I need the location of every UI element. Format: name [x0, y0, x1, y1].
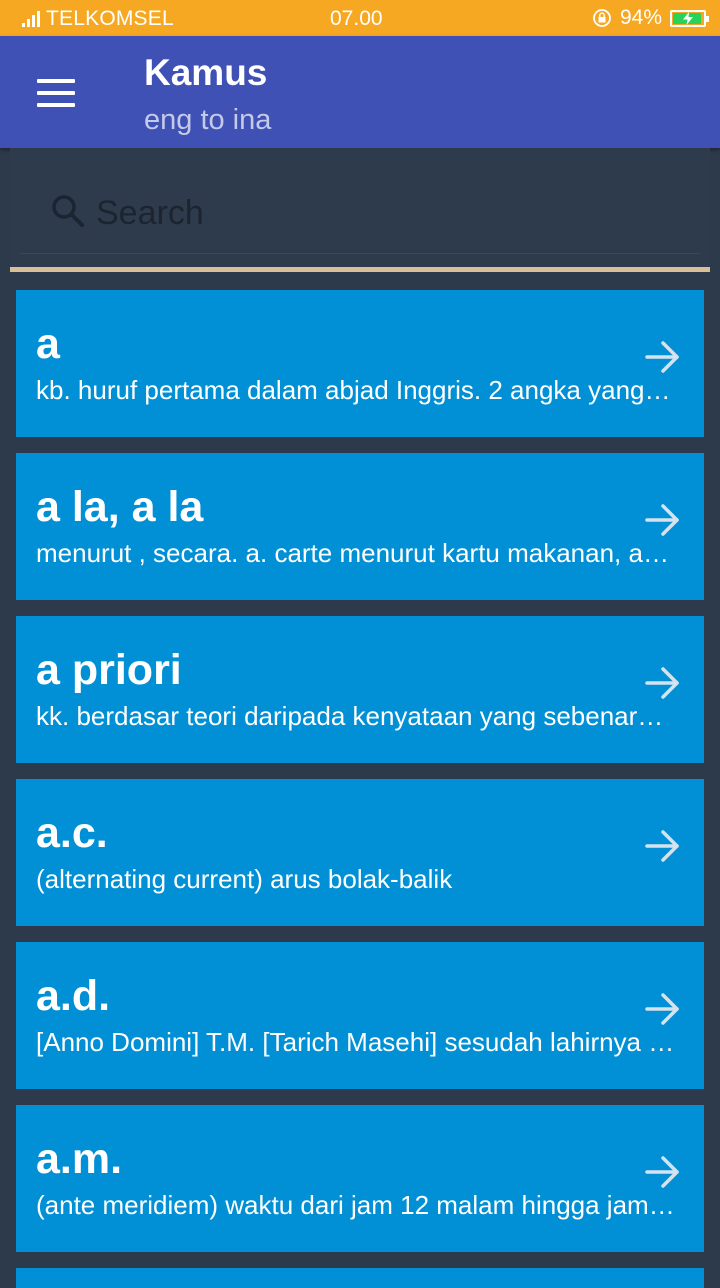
- search-underline: [10, 267, 710, 272]
- word-card[interactable]: a priori kk. berdasar teori daripada keny…: [16, 616, 704, 763]
- word-card[interactable]: a kb. huruf pertama dalam abjad Inggris. …: [16, 290, 704, 437]
- app-title: Kamus: [144, 52, 268, 93]
- arrow-right-icon: [645, 993, 679, 1025]
- word-title: a: [36, 320, 60, 368]
- carrier-name: TELKOMSEL: [46, 7, 174, 30]
- word-definition: kb. huruf pertama dalam abjad Inggris. 2…: [36, 375, 676, 405]
- search-bar: [10, 148, 710, 272]
- arrow-right-icon: [645, 341, 679, 373]
- word-list: a kb. huruf pertama dalam abjad Inggris. …: [16, 290, 704, 1288]
- search-field[interactable]: [20, 170, 700, 254]
- rotation-lock-icon: [593, 9, 611, 27]
- status-left: TELKOMSEL: [22, 7, 174, 31]
- status-time: 07.00: [330, 7, 383, 30]
- battery-icon: [670, 9, 709, 27]
- arrow-right-icon: [645, 667, 679, 699]
- search-icon: [52, 195, 84, 227]
- app-bar: Kamus eng to ina: [0, 36, 720, 148]
- word-definition: (ante meridiem) waktu dari jam 12 malam …: [36, 1190, 676, 1220]
- word-title: a.c.: [36, 809, 108, 857]
- status-bar: TELKOMSEL 07.00 94%: [0, 0, 720, 36]
- arrow-right-icon: [645, 504, 679, 536]
- word-title: a.d.: [36, 972, 111, 1020]
- app-subtitle: eng to ina: [144, 104, 272, 136]
- arrow-right-icon: [645, 1156, 679, 1188]
- battery-percent: 94%: [619, 6, 662, 29]
- status-right: 94%: [592, 6, 709, 30]
- signal-icon: [22, 11, 42, 27]
- word-card[interactable]: a.m. (ante meridiem) waktu dari jam 12 ma…: [16, 1105, 704, 1252]
- word-card[interactable]: [16, 1268, 704, 1288]
- search-input[interactable]: [94, 188, 658, 238]
- word-definition: menurut , secara. a. carte menurut kartu…: [36, 538, 676, 568]
- hamburger-menu-icon[interactable]: [26, 66, 86, 120]
- word-card[interactable]: a.d. [Anno Domini] T.M. [Tarich Masehi] s…: [16, 942, 704, 1089]
- charging-bolt-icon: [683, 11, 693, 25]
- word-card[interactable]: a la, a la menurut , secara. a. carte men…: [16, 453, 704, 600]
- arrow-right-icon: [645, 830, 679, 862]
- word-card[interactable]: a.c. (alternating current) arus bolak-bal…: [16, 779, 704, 926]
- word-title: a la, a la: [36, 483, 204, 531]
- word-title: a.m.: [36, 1135, 123, 1183]
- word-definition: [Anno Domini] T.M. [Tarich Masehi] sesud…: [36, 1027, 676, 1057]
- word-title: a priori: [36, 646, 182, 694]
- word-definition: kk. berdasar teori daripada kenyataan ya…: [36, 701, 676, 731]
- word-definition: (alternating current) arus bolak-balik: [36, 864, 453, 894]
